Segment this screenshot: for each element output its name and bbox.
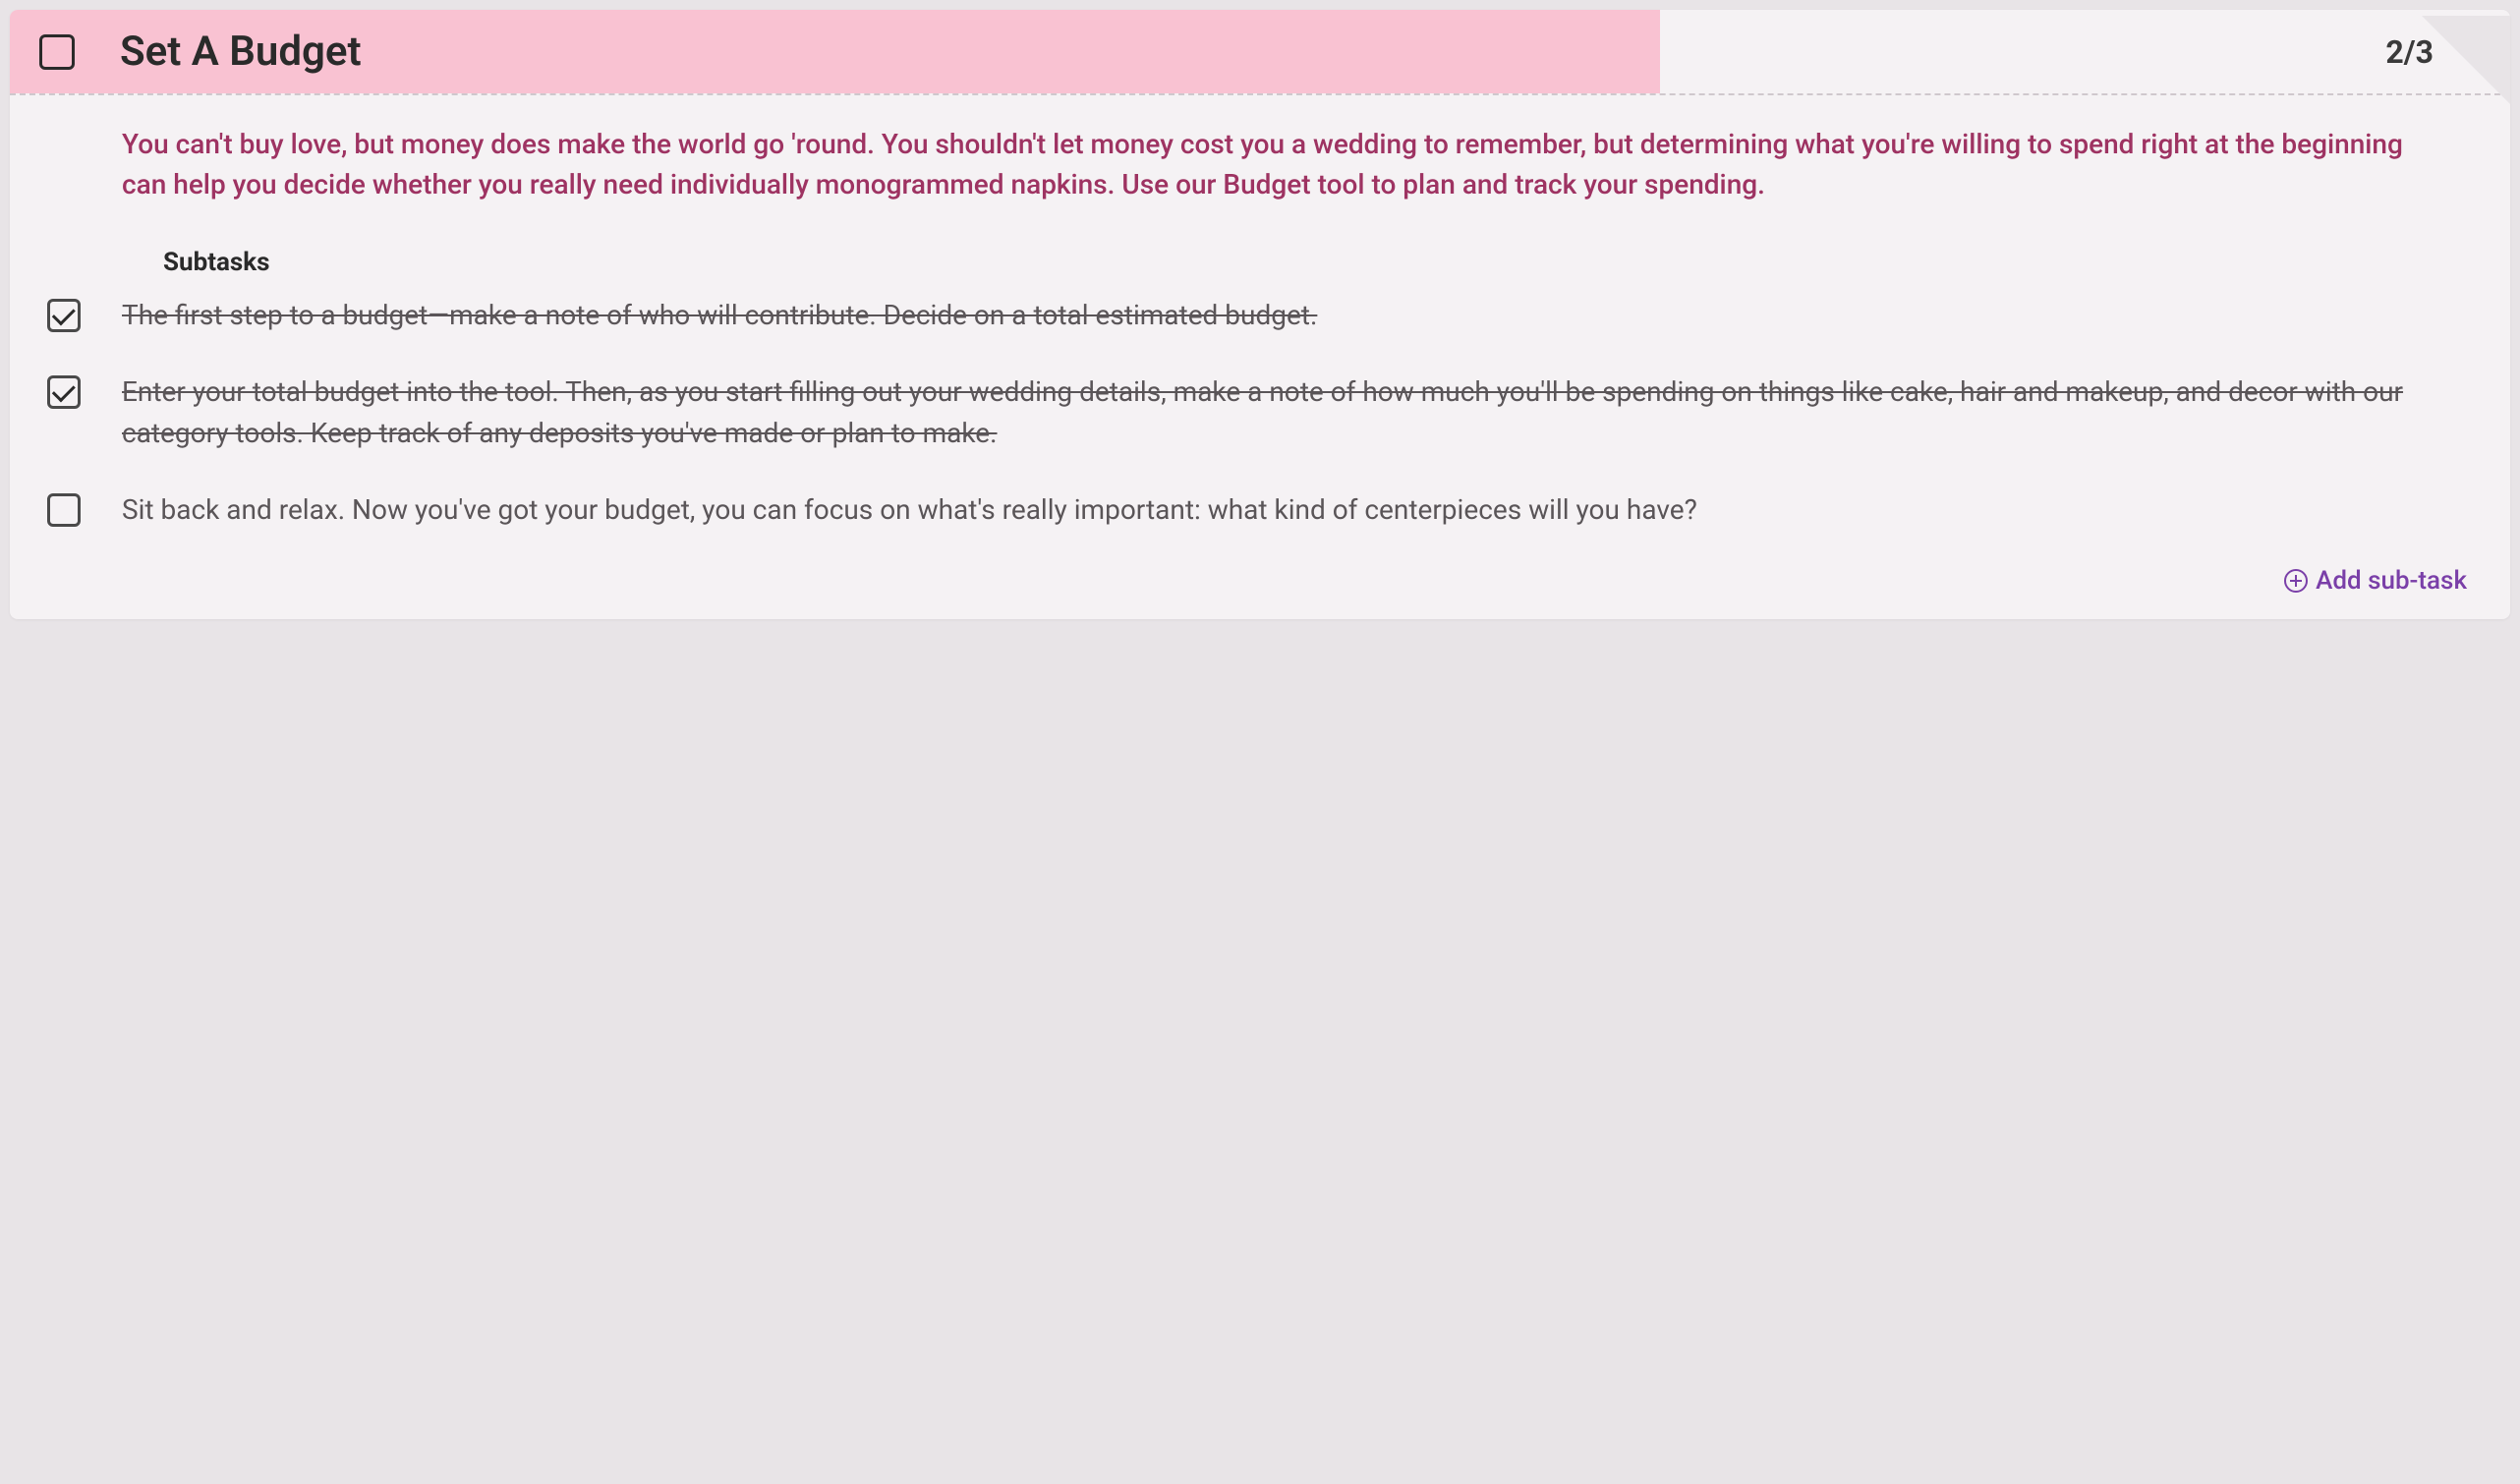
corner-fold [2422,16,2510,104]
task-title: Set A Budget [120,28,362,76]
plus-circle-icon [2284,569,2308,593]
task-card: Set A Budget 2/3 You can't buy love, but… [10,10,2510,619]
subtask-checkbox[interactable] [47,299,81,332]
subtasks-heading: Subtasks [163,248,2473,277]
subtask-text: Sit back and relax. Now you've got your … [122,489,2473,531]
add-subtask-label: Add sub-task [2316,566,2467,596]
task-description: You can't buy love, but money does make … [47,125,2473,204]
task-header-main: Set A Budget [10,10,1660,93]
subtasks-section: Subtasks The first step to a budget—make… [47,248,2473,596]
subtask-row: Sit back and relax. Now you've got your … [47,489,2473,531]
subtask-row: The first step to a budget—make a note o… [47,295,2473,336]
subtask-checkbox[interactable] [47,493,81,527]
task-header-meta: 2/3 [1660,16,2510,88]
subtask-checkbox[interactable] [47,375,81,409]
subtask-text: The first step to a budget—make a note o… [122,295,2473,336]
subtask-row: Enter your total budget into the tool. T… [47,371,2473,454]
task-header: Set A Budget 2/3 [10,10,2510,93]
add-subtask-button[interactable]: Add sub-task [47,566,2473,596]
task-body: You can't buy love, but money does make … [10,95,2510,619]
task-checkbox[interactable] [39,34,75,70]
subtask-text: Enter your total budget into the tool. T… [122,371,2473,454]
